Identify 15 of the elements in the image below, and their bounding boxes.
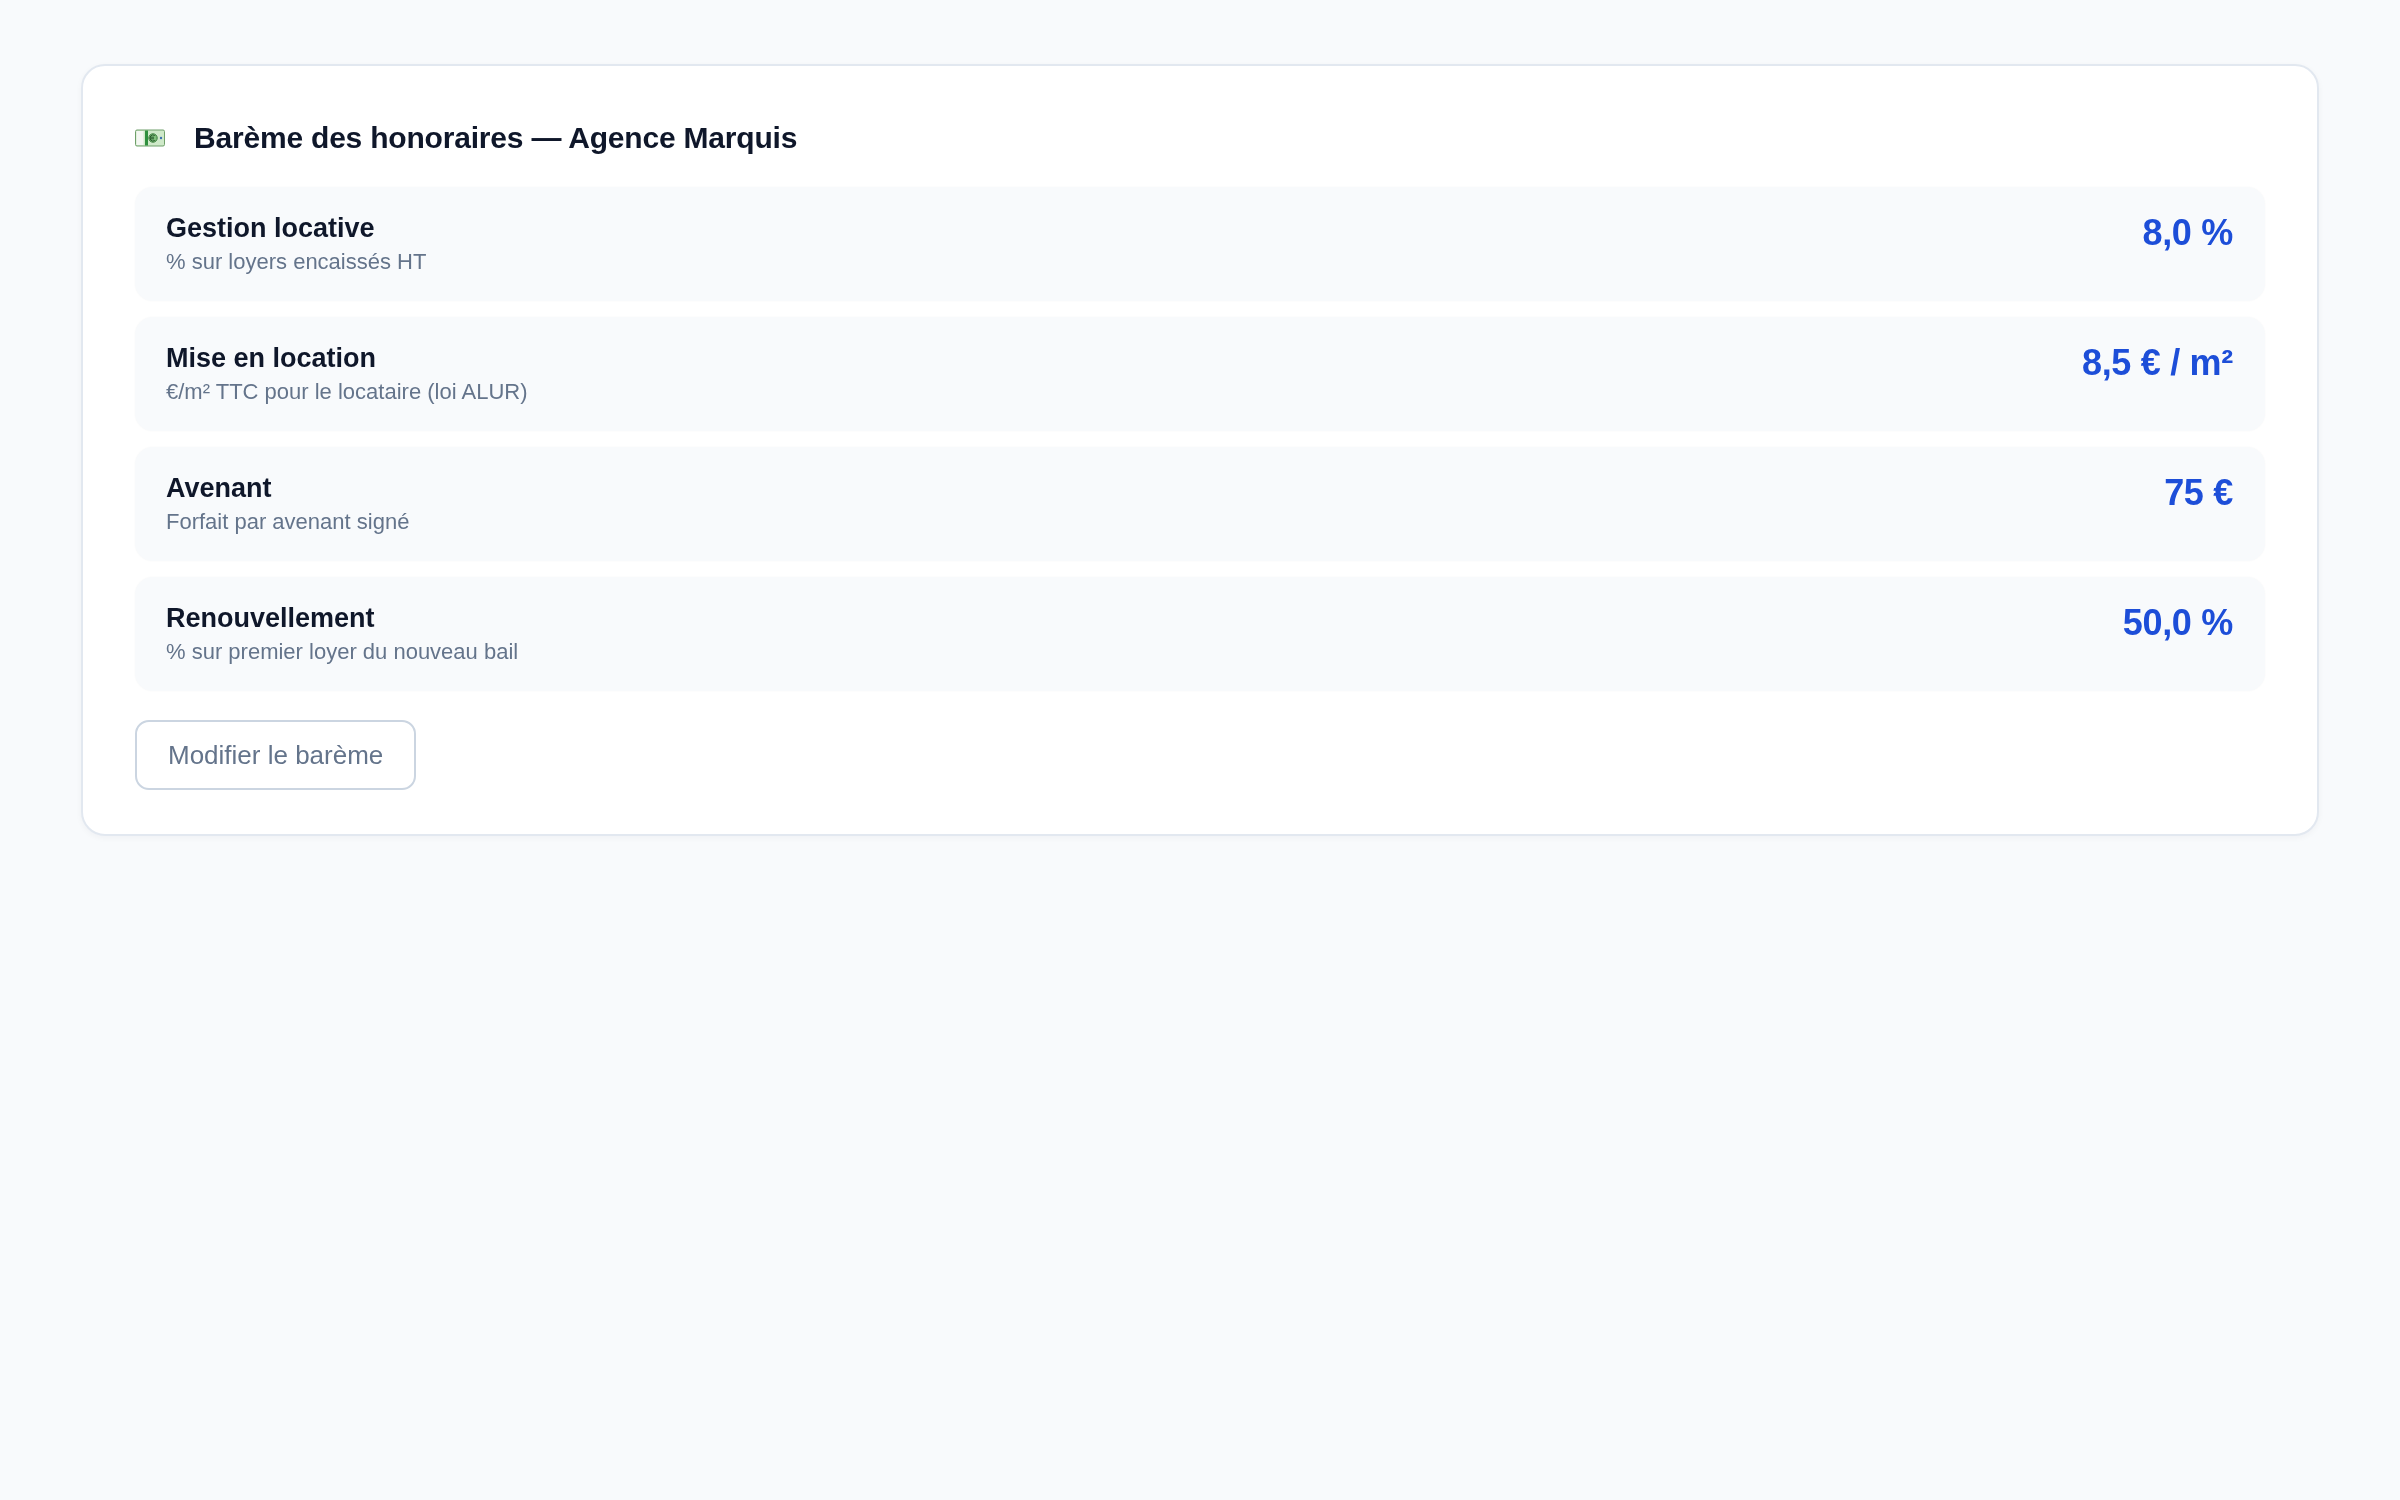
fee-label: Gestion locative <box>166 212 375 245</box>
fee-description: % sur premier loyer du nouveau bail <box>166 638 519 666</box>
fee-label: Avenant <box>166 472 272 505</box>
card-title: Barème des honoraires — Agence Marquis <box>194 120 798 156</box>
fee-value: 8,0 % <box>2142 211 2233 255</box>
fee-label: Renouvellement <box>166 602 375 635</box>
fee-value: 8,5 € / m² <box>2081 341 2233 385</box>
fee-value: 75 € <box>2164 471 2233 515</box>
fee-label: Mise en location <box>166 342 377 375</box>
edit-button[interactable]: Modifier le barème <box>135 720 417 790</box>
fee-description: % sur loyers encaissés HT <box>166 248 427 276</box>
fee-value: 50,0 % <box>2122 601 2233 645</box>
banknote-icon <box>135 128 165 148</box>
fee-description: Forfait par avenant signé <box>166 508 410 536</box>
fee-description: €/m² TTC pour le locataire (loi ALUR) <box>166 378 528 406</box>
